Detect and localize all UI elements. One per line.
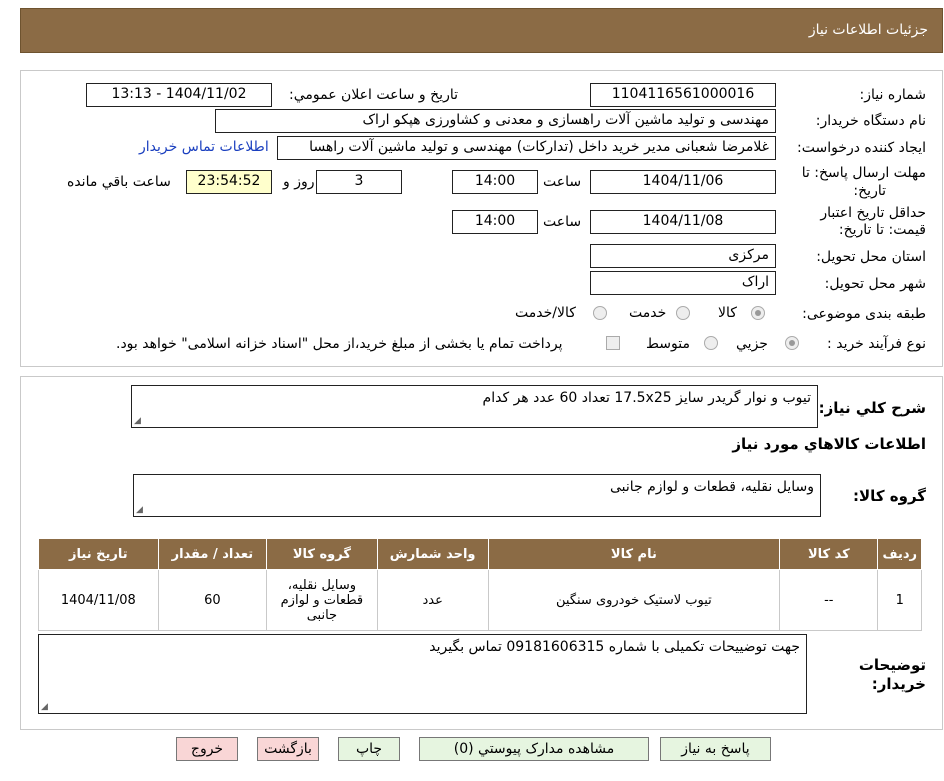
remaining-time-field: 23:54:52	[186, 170, 272, 194]
announce-label: تاریخ و ساعت اعلان عمومي:	[289, 87, 458, 103]
deadline-time-field: 14:00	[452, 170, 538, 194]
buyer-org-field: مهندسی و تولید ماشین آلات راهسازی و معدن…	[215, 109, 776, 133]
category-radio-goods-service[interactable]	[593, 306, 607, 320]
cell-unit: عدد	[376, 569, 489, 631]
validity-label: حداقل تاريخ اعتبار	[820, 205, 926, 221]
validity-time-field: 14:00	[452, 210, 538, 234]
notes-field: جهت توضییحات تکمیلی با شماره 09181606315…	[38, 634, 807, 714]
goods-table: ردیف کد کالا نام کالا واحد شمارش گروه کا…	[38, 538, 922, 631]
deadline-label-2: تاریخ:	[853, 183, 886, 199]
purchase-option-medium: متوسط	[646, 336, 690, 352]
cell-group: وسایل نقلیه، قطعات و لوازم جانبی	[266, 569, 378, 631]
cell-need-date: 1404/11/08	[38, 569, 159, 631]
summary-text: تیوب و نوار گریدر سایز 17.5x25 تعداد 60 …	[482, 390, 811, 406]
col-quantity: تعداد / مقدار	[157, 538, 268, 570]
remaining-label: ساعت باقي مانده	[67, 174, 171, 190]
col-item-code: کد کالا	[779, 538, 879, 570]
view-attachments-button[interactable]: مشاهده مدارک پیوستي (0)	[419, 737, 649, 761]
treasury-checkbox[interactable]	[606, 336, 620, 350]
city-field: اراک	[590, 271, 776, 295]
col-need-date: تاریخ نیاز	[38, 538, 159, 570]
notes-label: توضیحات	[858, 656, 926, 674]
deadline-date-field: 1404/11/06	[590, 170, 776, 194]
exit-button[interactable]: خروج	[176, 737, 238, 761]
category-radio-service[interactable]	[676, 306, 690, 320]
validity-date-field: 1404/11/08	[590, 210, 776, 234]
cell-quantity: 60	[157, 569, 268, 631]
announce-field: 1404/11/02 - 13:13	[86, 83, 272, 107]
purchase-radio-medium[interactable]	[704, 336, 718, 350]
goods-group-text: وسایل نقلیه، قطعات و لوازم جانبی	[609, 479, 814, 495]
deadline-time-label: ساعت	[543, 174, 582, 190]
buyer-contact-link[interactable]: اطلاعات تماس خریدار	[139, 139, 269, 155]
cell-row-number: 1	[877, 569, 922, 631]
col-unit: واحد شمارش	[376, 538, 489, 570]
goods-section-title: اطلاعات کالاهاي مورد نیاز	[732, 435, 926, 453]
resize-grip-icon[interactable]: ◢	[41, 702, 48, 712]
page-header: جزئیات اطلاعات نیاز	[20, 8, 943, 53]
print-button[interactable]: چاپ	[338, 737, 400, 761]
summary-field: تیوب و نوار گریدر سایز 17.5x25 تعداد 60 …	[131, 385, 818, 428]
col-group: گروه کالا	[266, 538, 378, 570]
category-option-goods-service: کالا/خدمت	[515, 305, 576, 321]
category-radio-goods[interactable]	[751, 306, 765, 320]
need-number-field: 1104116561000016	[590, 83, 776, 107]
purchase-option-small: جزیي	[736, 336, 768, 352]
table-header-row: ردیف کد کالا نام کالا واحد شمارش گروه کا…	[38, 538, 922, 570]
validity-label-2: قیمت: تا تاریخ:	[838, 222, 926, 238]
requester-field: غلامرضا شعبانی مدیر خرید داخل (تدارکات) …	[277, 136, 776, 160]
requester-label: ایجاد کننده درخواست:	[797, 140, 926, 156]
reply-button[interactable]: پاسخ به نیاز	[660, 737, 771, 761]
table-row: 1 -- تیوب لاستیک خودروی سنگین عدد وسایل …	[38, 569, 922, 631]
category-option-service: خدمت	[629, 305, 667, 321]
province-field: مرکزی	[590, 244, 776, 268]
category-label: طبقه بندی موضوعی:	[802, 306, 926, 322]
need-number-label: شماره نیاز:	[859, 87, 927, 103]
summary-label: شرح کلي نیاز:	[818, 399, 926, 417]
goods-group-field: وسایل نقلیه، قطعات و لوازم جانبی ◢	[133, 474, 821, 517]
cell-item-name: تیوب لاستیک خودروی سنگین	[487, 569, 781, 631]
buyer-org-label: نام دستگاه خریدار:	[815, 113, 926, 129]
days-field: 3	[316, 170, 402, 194]
back-button[interactable]: بازگشت	[257, 737, 319, 761]
category-option-goods: کالا	[718, 305, 737, 321]
province-label: استان محل تحویل:	[816, 249, 926, 265]
resize-grip-icon[interactable]: ◢	[134, 416, 141, 426]
col-row-number: ردیف	[877, 538, 922, 570]
col-item-name: نام کالا	[487, 538, 781, 570]
resize-grip-icon[interactable]: ◢	[136, 505, 143, 515]
goods-group-label: گروه کالا:	[853, 487, 926, 505]
days-label: روز و	[283, 174, 315, 190]
notes-text: جهت توضییحات تکمیلی با شماره 09181606315…	[429, 639, 800, 655]
deadline-label: مهلت ارسال پاسخ: تا	[801, 165, 926, 181]
purchase-type-label: نوع فرآیند خرید :	[827, 336, 926, 352]
payment-note: پرداخت تمام یا بخشی از مبلغ خرید،از محل …	[116, 336, 563, 352]
page-title: جزئیات اطلاعات نیاز	[808, 22, 928, 38]
validity-time-label: ساعت	[543, 214, 582, 230]
city-label: شهر محل تحویل:	[824, 276, 926, 292]
notes-label-2: خریدار:	[871, 675, 926, 693]
purchase-radio-small[interactable]	[785, 336, 799, 350]
cell-item-code: --	[779, 569, 879, 631]
